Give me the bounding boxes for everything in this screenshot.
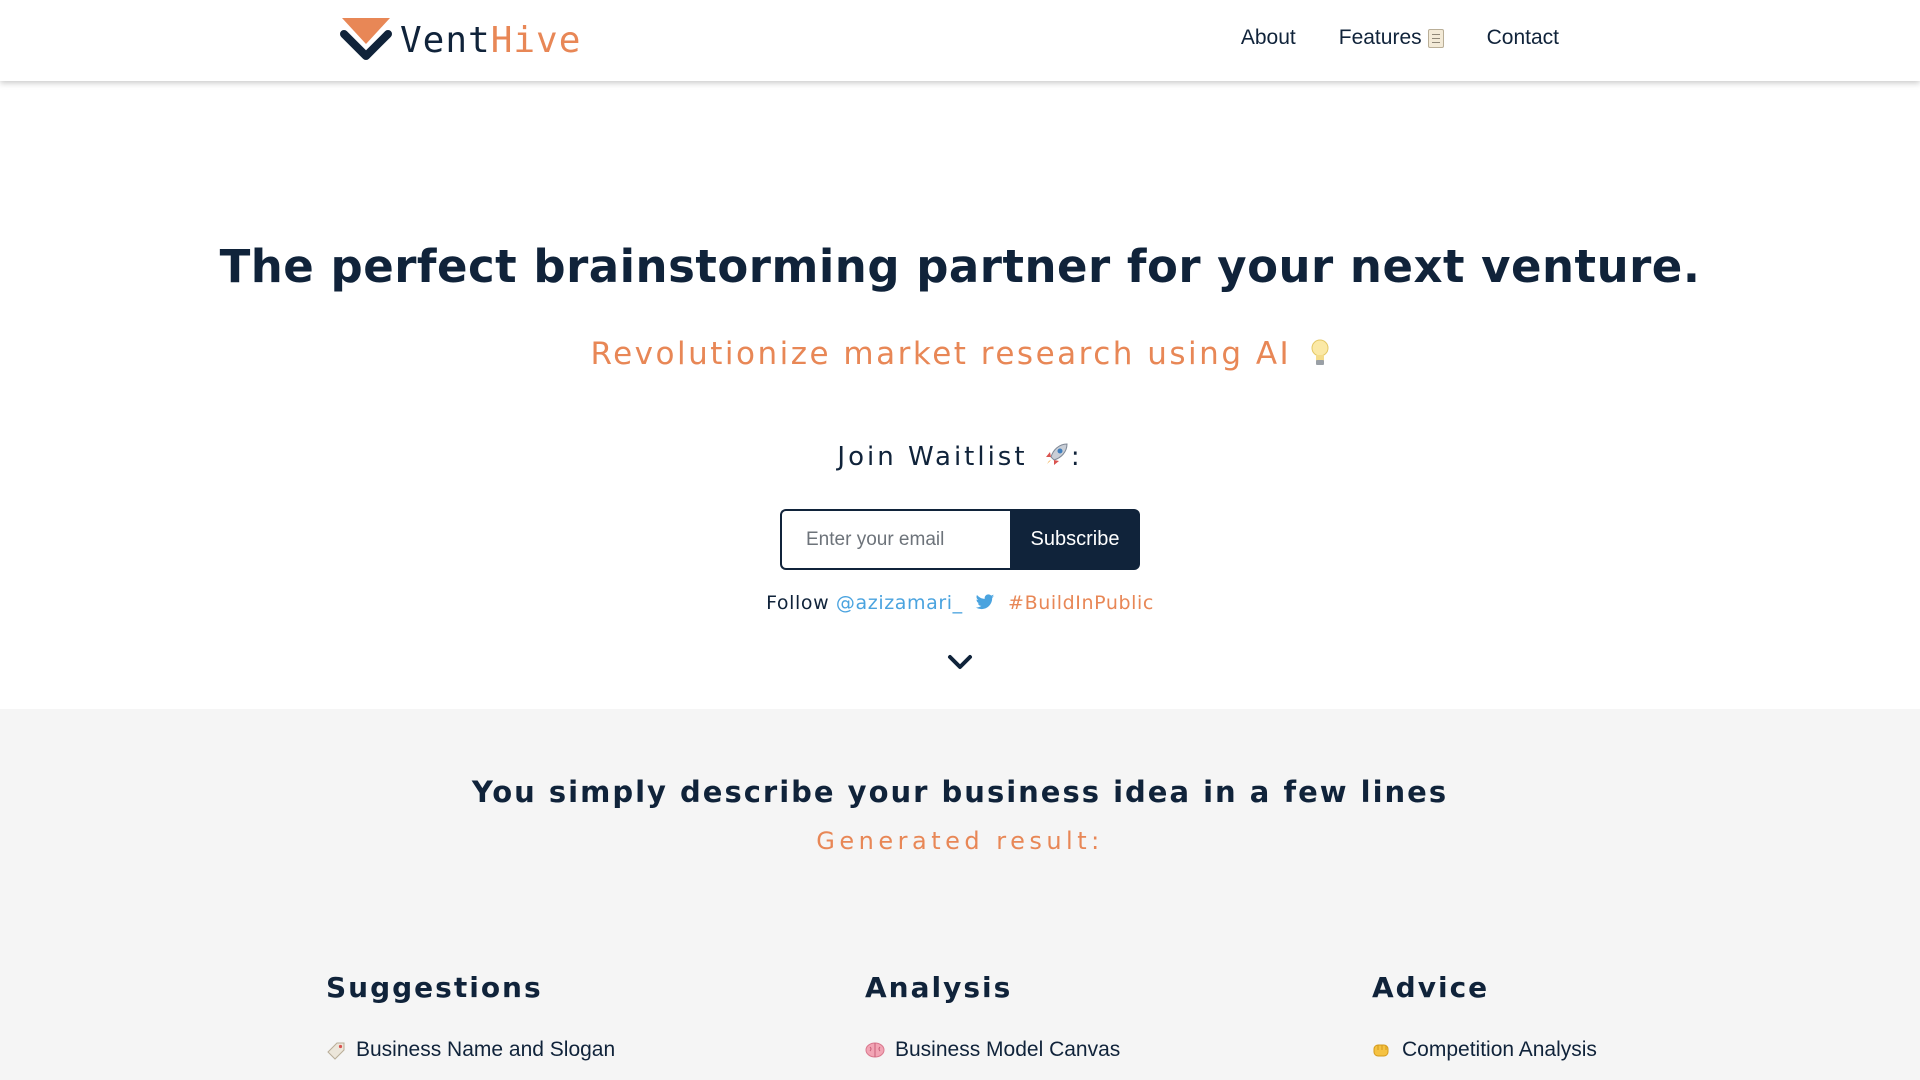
analysis-column: Analysis Business Model Canvas xyxy=(865,971,1120,1062)
waitlist-form: Subscribe xyxy=(780,509,1140,570)
label-tag-icon xyxy=(327,1042,345,1060)
brain-icon xyxy=(865,1042,885,1058)
suggestions-column: Suggestions Business Name and Slogan xyxy=(326,971,615,1062)
fist-bump-icon xyxy=(1373,1044,1389,1057)
suggestions-heading: Suggestions xyxy=(326,971,543,1004)
nav-about-link[interactable]: About xyxy=(1241,26,1296,50)
hero-subtitle-text: Revolutionize market research using AI xyxy=(590,336,1292,372)
nav-contact-label: Contact xyxy=(1486,26,1559,49)
memo-icon xyxy=(1427,28,1444,48)
hero-subtitle: Revolutionize market research using AI xyxy=(0,336,1920,372)
subscribe-button[interactable]: Subscribe xyxy=(1010,509,1140,570)
waitlist-label: Join Waitlist : xyxy=(0,440,1920,472)
list-item: Competition Analysis xyxy=(1372,1038,1597,1062)
hero-title: The perfect brainstorming partner for yo… xyxy=(219,240,1701,293)
twitter-handle-link[interactable]: @azizamari_ xyxy=(836,592,963,614)
waitlist-text: Join Waitlist xyxy=(837,442,1028,472)
logo-text-part2: Hive xyxy=(490,19,582,61)
nav-contact-link[interactable]: Contact xyxy=(1487,26,1559,50)
waitlist-suffix: : xyxy=(1070,442,1083,472)
nav-links: About Features Contact xyxy=(1241,26,1559,50)
logo-text: VentHive xyxy=(400,20,581,61)
light-bulb-icon xyxy=(1311,339,1329,365)
nav-about-label: About xyxy=(1240,26,1296,49)
twitter-icon[interactable] xyxy=(975,594,995,611)
nav-features-link[interactable]: Features xyxy=(1339,26,1444,50)
section-subtitle: Generated result: xyxy=(816,827,1104,855)
advice-column: Advice Competition Analysis xyxy=(1372,971,1597,1062)
chevron-down-icon[interactable] xyxy=(946,652,974,672)
list-item: Business Model Canvas xyxy=(865,1038,1120,1062)
logo-text-part1: Vent xyxy=(400,19,491,61)
follow-line: Follow @azizamari_ #BuildInPublic xyxy=(0,592,1920,614)
navbar: VentHive About Features Contact xyxy=(0,0,1920,81)
hashtag-link[interactable]: #BuildInPublic xyxy=(1008,592,1154,614)
advice-heading: Advice xyxy=(1372,971,1490,1004)
list-item-label: Business Model Canvas xyxy=(895,1038,1121,1061)
logo[interactable]: VentHive xyxy=(340,16,581,64)
features-section: You simply describe your business idea i… xyxy=(0,709,1920,1080)
list-item-label: Business Name and Slogan xyxy=(356,1038,616,1061)
list-item: Business Name and Slogan xyxy=(326,1038,615,1062)
list-item-label: Competition Analysis xyxy=(1402,1038,1597,1061)
follow-prefix: Follow xyxy=(766,592,830,614)
section-title: You simply describe your business idea i… xyxy=(471,775,1449,809)
venthive-logo-icon xyxy=(340,18,392,60)
rocket-icon xyxy=(1045,443,1068,465)
email-input[interactable] xyxy=(780,509,1010,570)
analysis-heading: Analysis xyxy=(865,971,1013,1004)
nav-features-label: Features xyxy=(1338,26,1422,49)
